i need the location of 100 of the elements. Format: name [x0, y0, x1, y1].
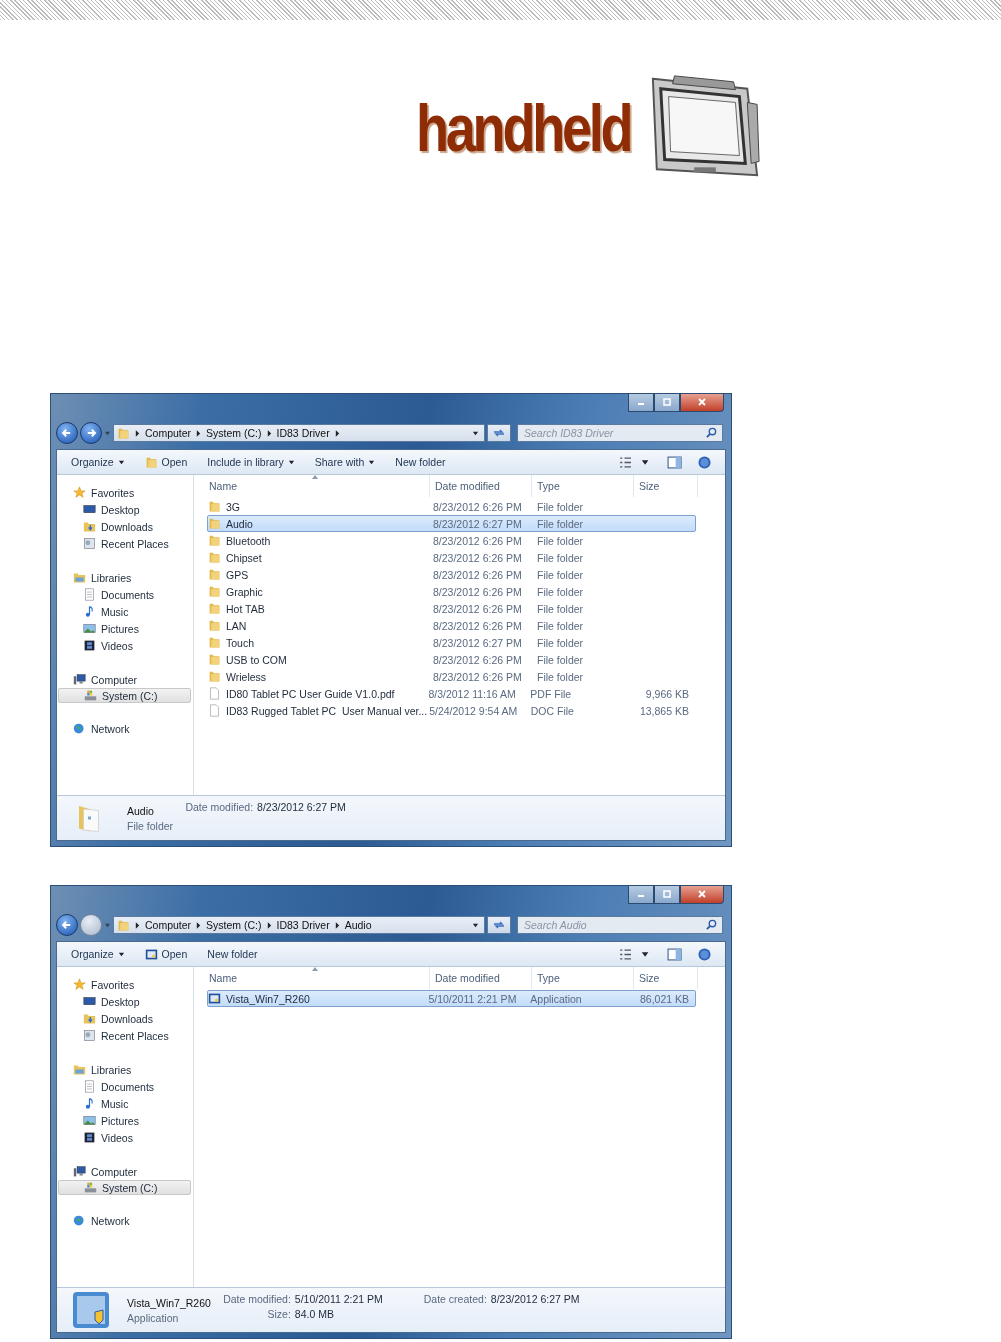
file-row[interactable]: Vista_Win7_R260 5/10/2011 2:21 PM Application 86,021 KB — [207, 990, 696, 1007]
installer-icon — [71, 1290, 111, 1330]
nav-item[interactable]: Videos — [58, 637, 191, 654]
nav-item[interactable]: Libraries — [57, 1061, 193, 1078]
breadcrumb-item[interactable]: System (C:) — [206, 919, 262, 931]
file-row[interactable]: LAN 8/23/2012 6:26 PM File folder — [207, 617, 696, 634]
search-field[interactable]: Search ID83 Driver — [517, 424, 723, 442]
nav-item[interactable]: System (C:) — [58, 688, 191, 703]
nav-item[interactable]: Desktop — [58, 993, 191, 1010]
history-caret-icon — [104, 921, 111, 929]
close-button[interactable] — [680, 886, 724, 904]
breadcrumb-arrow-icon — [266, 429, 272, 437]
nav-item[interactable]: Desktop — [58, 501, 191, 518]
file-row[interactable]: 3G 8/23/2012 6:26 PM File folder — [207, 498, 696, 515]
file-row[interactable]: Graphic 8/23/2012 6:26 PM File folder — [207, 583, 696, 600]
breadcrumb-item[interactable]: Computer — [145, 427, 192, 439]
nav-item[interactable]: Pictures — [58, 620, 191, 637]
date-cell-text: 8/23/2012 6:26 PM — [432, 670, 523, 683]
back-button[interactable] — [56, 422, 78, 444]
refresh-button[interactable] — [487, 916, 511, 934]
column-header[interactable]: Date modified — [430, 475, 532, 497]
maximize-button[interactable] — [654, 886, 680, 904]
file-row[interactable]: Wrieless 8/23/2012 6:26 PM File folder — [207, 668, 696, 685]
preview-pane-icon — [666, 455, 682, 469]
breadcrumb-item[interactable]: System (C:) — [206, 427, 262, 439]
nav-item[interactable]: Favorites — [57, 976, 193, 993]
nav-item[interactable]: Recent Places — [58, 535, 191, 552]
refresh-button[interactable] — [487, 424, 511, 442]
details-value: 84.0 MB — [294, 1308, 335, 1320]
column-header[interactable]: Date modified — [430, 967, 532, 989]
nav-item[interactable]: Network — [57, 1212, 193, 1229]
details-label: Date modified: — [222, 1293, 291, 1305]
toolbar-button[interactable]: Open — [136, 453, 196, 471]
details-name: Audio — [127, 804, 155, 817]
nav-item[interactable]: Favorites — [57, 484, 193, 501]
column-header[interactable]: Type — [532, 475, 634, 497]
search-icon — [706, 427, 717, 438]
breadcrumb-item[interactable]: Computer — [145, 919, 192, 931]
address-bar[interactable]: Computer System (C:) ID83 Driver Audio — [113, 916, 485, 934]
file-row[interactable]: Chipset 8/23/2012 6:26 PM File folder — [207, 549, 696, 566]
type-cell-text: File folder — [536, 653, 585, 666]
nav-item[interactable]: Music — [58, 603, 191, 620]
nav-item[interactable]: Pictures — [58, 1112, 191, 1129]
file-row[interactable]: Hot TAB 8/23/2012 6:26 PM File folder — [207, 600, 696, 617]
file-row[interactable]: Bluetooth 8/23/2012 6:26 PM File folder — [207, 532, 696, 549]
nav-item[interactable]: Computer — [57, 1163, 193, 1180]
file-row[interactable]: ID80 Tablet PC User Guide V1.0.pdf 8/3/2012 11:16 AM PDF File 9,966 KB — [207, 685, 696, 702]
file-row[interactable]: ID83 Rugged Tablet PC User Manual ver... 5/24/2012 9:54 AM DOC File 13,865 KB — [207, 702, 696, 719]
nav-item[interactable]: System (C:) — [58, 1180, 191, 1195]
column-header[interactable]: Size — [634, 475, 698, 497]
nav-item[interactable]: Music — [58, 1095, 191, 1112]
column-header[interactable]: Size — [634, 967, 698, 989]
breadcrumb-item[interactable]: ID83 Driver — [276, 427, 330, 439]
minimize-button[interactable] — [628, 886, 654, 904]
computer-icon — [73, 1165, 86, 1178]
nav-item[interactable]: Videos — [58, 1129, 191, 1146]
nav-item[interactable]: Libraries — [57, 569, 193, 586]
toolbar-button[interactable]: Open — [136, 945, 196, 963]
column-header[interactable]: Type — [532, 967, 634, 989]
file-name: 3G — [226, 500, 240, 513]
file-row[interactable]: Touch 8/23/2012 6:27 PM File folder — [207, 634, 696, 651]
desktop-icon — [83, 995, 96, 1008]
breadcrumb-arrow-icon — [196, 429, 202, 437]
type-cell-text: PDF File — [529, 687, 573, 700]
nav-item[interactable]: Computer — [57, 671, 193, 688]
search-field[interactable]: Search Audio — [517, 916, 723, 934]
folder-icon — [208, 602, 221, 615]
toolbar-button[interactable]: Share with — [306, 454, 384, 470]
type-cell-text: Application — [529, 992, 583, 1005]
file-row[interactable]: Audio 8/23/2012 6:27 PM File folder — [207, 515, 696, 532]
toolbar-button[interactable]: New folder — [387, 454, 454, 470]
toolbar-button[interactable]: New folder — [199, 946, 266, 962]
breadcrumb-arrow-icon — [334, 921, 340, 929]
back-button[interactable] — [56, 914, 78, 936]
minimize-button[interactable] — [628, 394, 654, 412]
date-cell-text: 8/23/2012 6:26 PM — [432, 551, 523, 564]
forward-button[interactable] — [80, 422, 102, 444]
folder-icon — [208, 517, 221, 530]
toolbar-button[interactable]: Organize — [63, 454, 133, 470]
breadcrumb-item[interactable]: Audio — [344, 919, 372, 931]
file-row[interactable]: GPS 8/23/2012 6:26 PM File folder — [207, 566, 696, 583]
nav-item[interactable]: Downloads — [58, 1010, 191, 1027]
toolbar-button[interactable]: Organize — [63, 946, 133, 962]
drive-icon — [84, 689, 97, 702]
nav-item[interactable]: Recent Places — [58, 1027, 191, 1044]
close-icon — [697, 397, 707, 407]
file-name: Chipset — [226, 551, 262, 564]
folder-icon — [117, 426, 130, 440]
maximize-button[interactable] — [654, 394, 680, 412]
nav-item[interactable]: Documents — [58, 586, 191, 603]
folder-icon — [208, 534, 221, 547]
nav-item[interactable]: Documents — [58, 1078, 191, 1095]
address-bar[interactable]: Computer System (C:) ID83 Driver — [113, 424, 485, 442]
nav-item[interactable]: Downloads — [58, 518, 191, 535]
close-button[interactable] — [680, 394, 724, 412]
close-icon — [697, 889, 707, 899]
breadcrumb-item[interactable]: ID83 Driver — [276, 919, 330, 931]
toolbar-button[interactable]: Include in library — [199, 454, 303, 470]
file-row[interactable]: USB to COM 8/23/2012 6:26 PM File folder — [207, 651, 696, 668]
nav-item[interactable]: Network — [57, 720, 193, 737]
